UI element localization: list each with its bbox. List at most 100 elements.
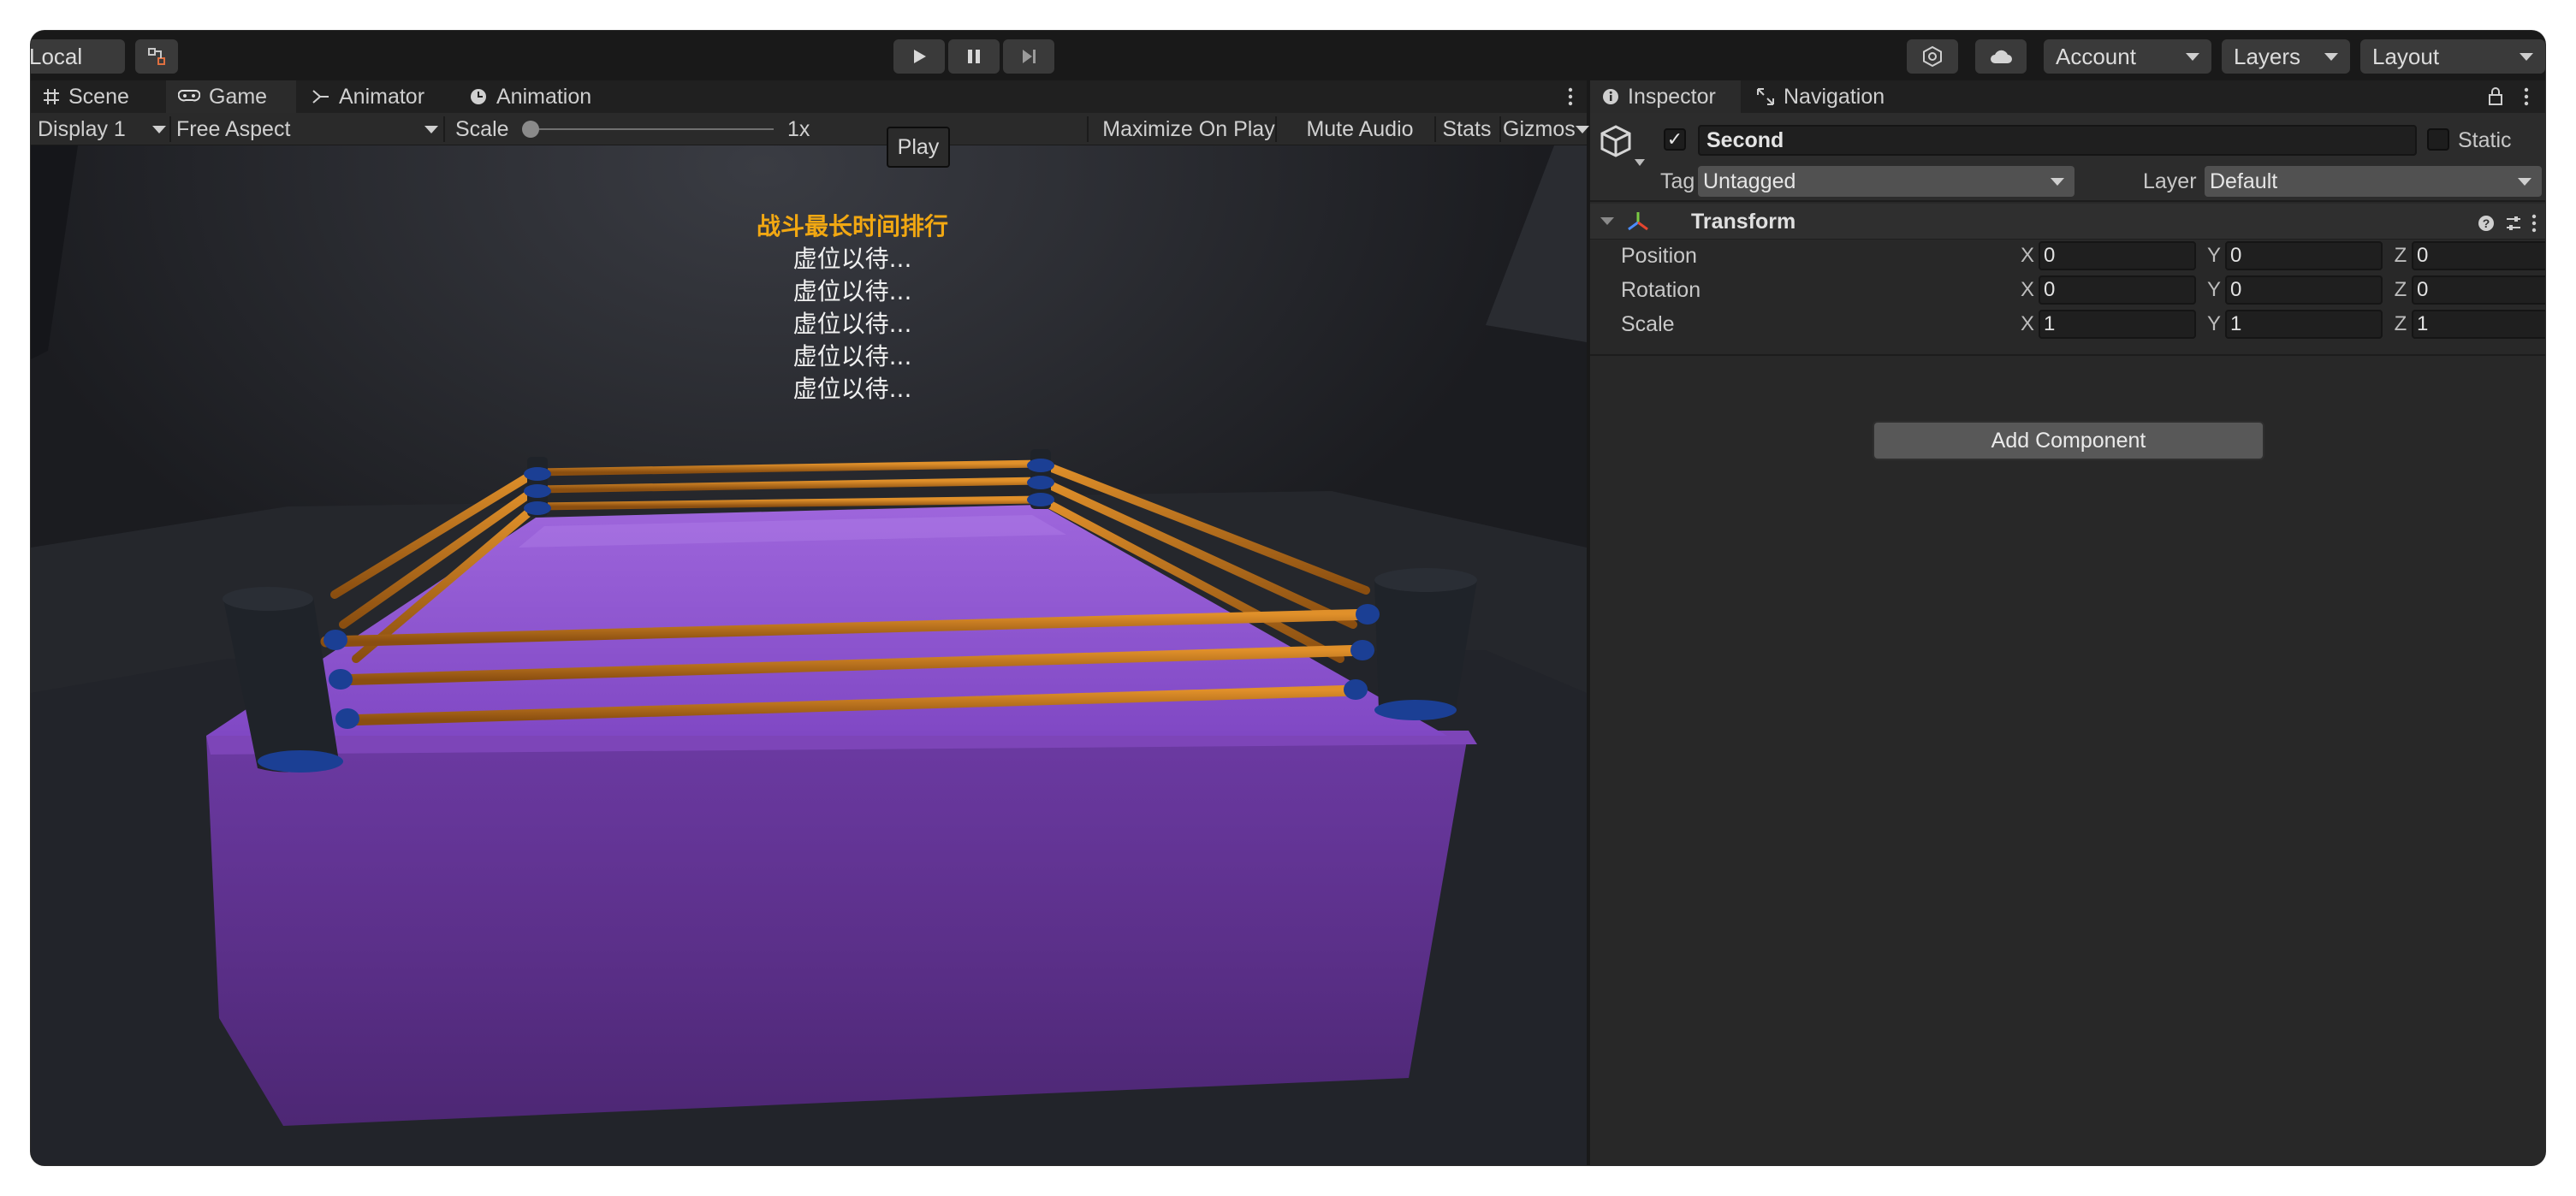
- axis-z-label: Z: [2394, 244, 2407, 267]
- lock-button[interactable]: [2480, 80, 2511, 113]
- rotation-label: Rotation: [1621, 277, 1701, 302]
- axis-z-label: Z: [2394, 312, 2407, 335]
- tab-navigation[interactable]: Navigation: [1744, 80, 1941, 113]
- tab-inspector[interactable]: Inspector: [1590, 80, 1741, 113]
- tab-animator-label: Animator: [339, 84, 425, 109]
- back-right-post: [1027, 449, 1054, 509]
- svg-text:?: ?: [2483, 216, 2490, 230]
- scale-value: 1x: [787, 116, 810, 141]
- component-menu-icon[interactable]: [2531, 212, 2540, 233]
- right-tab-bar: Inspector Navigation: [1590, 80, 2545, 113]
- separator: [1499, 116, 1501, 142]
- pause-button[interactable]: [948, 39, 1000, 74]
- rotation-y-field[interactable]: 0: [2225, 275, 2383, 305]
- position-x-field[interactable]: 0: [2039, 241, 2196, 270]
- play-icon: [914, 50, 926, 63]
- preset-icon[interactable]: [2504, 212, 2523, 231]
- leaderboard-entry: 虚位以待...: [792, 375, 912, 403]
- aspect-dropdown[interactable]: Free Aspect: [176, 113, 438, 145]
- info-icon: [1603, 89, 1618, 104]
- position-z-field[interactable]: 0: [2412, 241, 2545, 270]
- main-toolbar: Local Account Layers Layout: [31, 31, 2545, 80]
- transform-component-header[interactable]: Transform ?: [1590, 204, 2545, 240]
- chevron-down-icon: [152, 125, 166, 133]
- foldout-arrow-icon[interactable]: [1600, 217, 1614, 225]
- inspector-menu-button[interactable]: [2511, 80, 2542, 113]
- layer-value: Default: [2210, 169, 2278, 193]
- layer-dropdown[interactable]: Default: [2205, 166, 2542, 197]
- leaderboard-title: 战斗最长时间排行: [756, 212, 948, 240]
- chevron-down-icon: [2518, 177, 2531, 186]
- static-checkbox[interactable]: [2427, 128, 2449, 151]
- tab-scene[interactable]: Scene: [31, 80, 164, 113]
- scale-slider[interactable]: [522, 113, 779, 145]
- layers-label: Layers: [2234, 43, 2301, 69]
- tab-animation-label: Animation: [496, 84, 592, 109]
- slider-handle[interactable]: [522, 121, 539, 138]
- tab-navigation-label: Navigation: [1784, 84, 1885, 109]
- cloud-button[interactable]: [1975, 39, 2027, 74]
- chevron-down-icon: [2051, 177, 2064, 186]
- add-component-button[interactable]: Add Component: [1873, 421, 2264, 460]
- tag-dropdown[interactable]: Untagged: [1698, 166, 2074, 197]
- tab-animator[interactable]: Animator: [300, 80, 454, 113]
- leaderboard-entry: 虚位以待...: [792, 277, 912, 305]
- inspector-panel: Inspector Navigation ✓ Second Static Tag: [1590, 80, 2545, 1165]
- scale-z-field[interactable]: 1: [2412, 310, 2545, 339]
- collab-icon[interactable]: [135, 39, 178, 74]
- divider: [1590, 354, 2545, 356]
- tab-game[interactable]: Game: [166, 80, 296, 113]
- services-button[interactable]: [1907, 39, 1958, 74]
- separator: [169, 116, 171, 142]
- cloud-icon: [1991, 50, 2012, 63]
- active-checkbox[interactable]: ✓: [1664, 128, 1686, 151]
- step-button[interactable]: [1003, 39, 1054, 74]
- chevron-down-icon: [2520, 52, 2533, 61]
- tag-value: Untagged: [1703, 169, 1796, 193]
- game-view-toolbar: Display 1 Free Aspect Scale 1x Maximize …: [31, 113, 1589, 145]
- aspect-label: Free Aspect: [176, 116, 291, 141]
- help-icon[interactable]: ?: [2477, 212, 2496, 231]
- gameobject-icon[interactable]: [1599, 121, 1647, 169]
- leaderboard-entry: 虚位以待...: [792, 342, 912, 370]
- scale-x-field[interactable]: 1: [2039, 310, 2196, 339]
- layer-label: Layer: [2143, 169, 2197, 193]
- axis-x-label: X: [2020, 278, 2034, 301]
- play-button[interactable]: [893, 39, 945, 74]
- game-viewport[interactable]: 战斗最长时间排行 虚位以待... 虚位以待... 虚位以待... 虚位以待...…: [31, 145, 1587, 1165]
- local-button[interactable]: Local: [31, 39, 125, 74]
- game-panel: Scene Game Animator Animation Display 1: [31, 80, 1589, 1165]
- account-dropdown[interactable]: Account: [2044, 39, 2211, 74]
- axis-y-label: Y: [2206, 244, 2221, 267]
- rotation-x-field[interactable]: 0: [2039, 275, 2196, 305]
- gizmos-dropdown[interactable]: Gizmos: [1503, 113, 1589, 145]
- navigation-icon: [1757, 88, 1774, 105]
- separator: [443, 116, 445, 142]
- separator: [1275, 116, 1277, 142]
- transform-title: Transform: [1691, 209, 1796, 234]
- leaderboard: 战斗最长时间排行 虚位以待... 虚位以待... 虚位以待... 虚位以待...…: [681, 210, 1024, 406]
- maximize-on-play-toggle[interactable]: Maximize On Play: [1092, 113, 1285, 145]
- layout-dropdown[interactable]: Layout: [2360, 39, 2545, 74]
- leaderboard-entry: 虚位以待...: [792, 245, 912, 273]
- tag-label: Tag: [1660, 169, 1695, 193]
- layers-dropdown[interactable]: Layers: [2222, 39, 2350, 74]
- static-label: Static: [2458, 127, 2512, 152]
- gameobject-name-field[interactable]: Second: [1698, 125, 2417, 156]
- position-y-field[interactable]: 0: [2225, 241, 2383, 270]
- panel-menu-button[interactable]: [1554, 80, 1587, 113]
- scale-label: Scale: [455, 116, 509, 141]
- tab-animation[interactable]: Animation: [457, 80, 645, 113]
- mute-audio-toggle[interactable]: Mute Audio: [1279, 113, 1441, 145]
- rotation-z-field[interactable]: 0: [2412, 275, 2545, 305]
- more-vertical-icon: [2524, 87, 2529, 106]
- services-icon: [1923, 45, 1942, 68]
- axis-z-label: Z: [2394, 278, 2407, 301]
- scale-y-field[interactable]: 1: [2225, 310, 2383, 339]
- scale-label: Scale: [1621, 311, 1675, 336]
- tab-scene-label: Scene: [68, 84, 129, 109]
- position-label: Position: [1621, 243, 1697, 268]
- display-dropdown[interactable]: Display 1: [38, 113, 166, 145]
- gameobject-header: ✓ Second Static Tag Untagged Layer Defau…: [1590, 113, 2545, 202]
- stats-toggle[interactable]: Stats: [1436, 113, 1498, 145]
